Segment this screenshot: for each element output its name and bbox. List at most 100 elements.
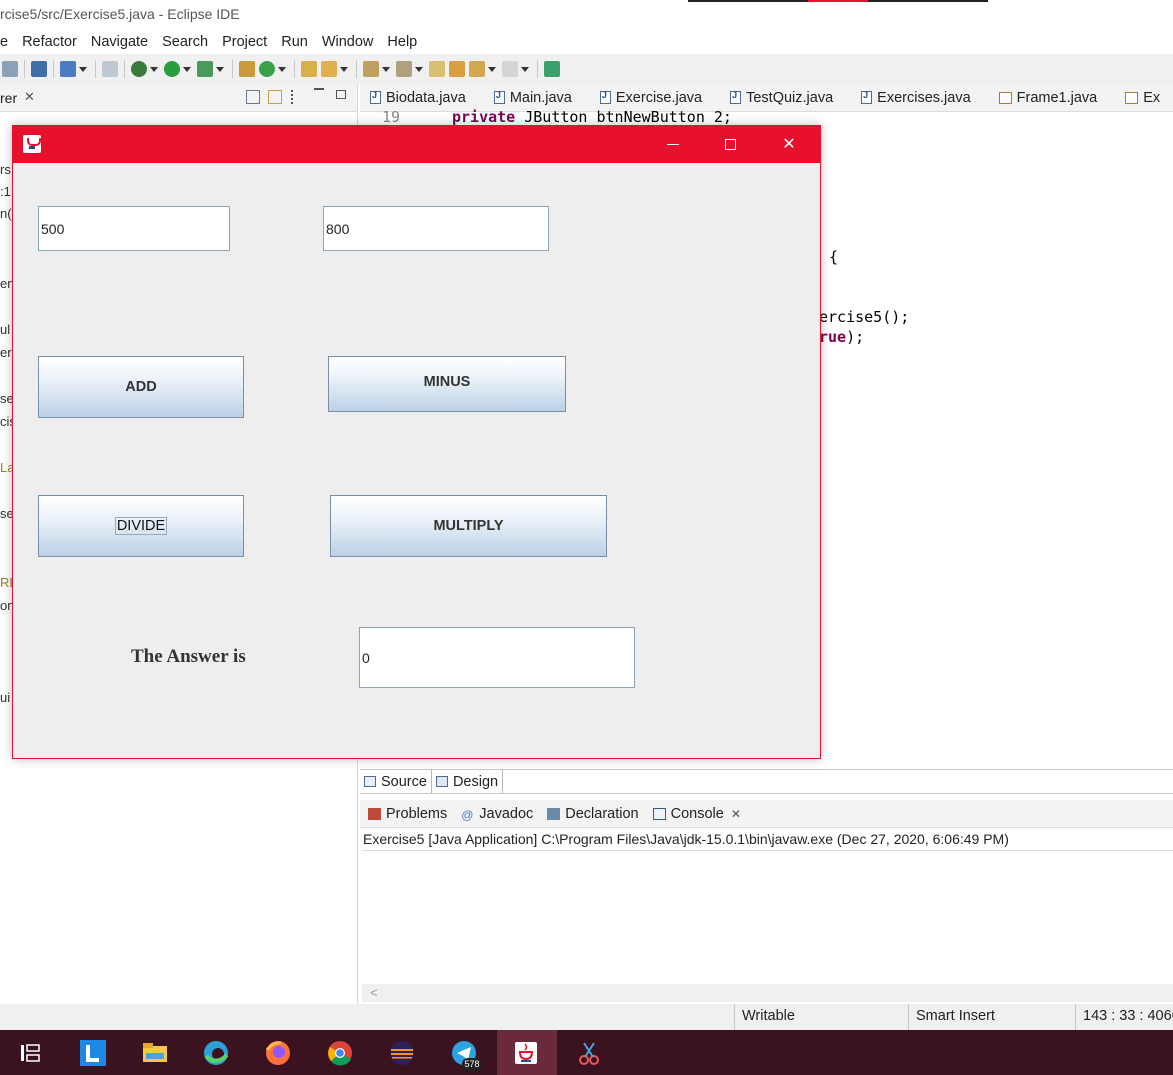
tab-declaration[interactable]: Declaration xyxy=(547,806,639,822)
second-number-field[interactable]: 800 xyxy=(323,206,549,251)
tab-biodata[interactable]: Biodata.java xyxy=(370,90,466,106)
edge-browser-icon[interactable] xyxy=(203,1040,229,1066)
tab-problems[interactable]: Problems xyxy=(368,806,447,822)
button-label: MINUS xyxy=(423,374,471,390)
file-explorer-icon[interactable] xyxy=(142,1040,168,1066)
explorer-fragment[interactable]: ul xyxy=(0,322,10,337)
code-text: JButton btnNewButton_2; xyxy=(515,108,732,126)
explorer-fragment[interactable]: er xyxy=(0,345,12,360)
forward-history-icon[interactable] xyxy=(449,61,465,77)
window-title-bar[interactable]: ✕ xyxy=(13,126,820,163)
answer-field[interactable]: 0 xyxy=(359,627,635,688)
console-output[interactable] xyxy=(362,852,1173,984)
toolbar-separator xyxy=(232,60,233,78)
status-insert-mode: Smart Insert xyxy=(908,1004,1074,1030)
menu-refactor[interactable]: Refactor xyxy=(22,34,77,50)
close-button[interactable]: ✕ xyxy=(760,126,818,163)
firefox-icon[interactable] xyxy=(265,1040,291,1066)
add-button[interactable]: ADD xyxy=(38,356,244,418)
chevron-down-icon[interactable] xyxy=(183,66,191,72)
new-package-icon[interactable] xyxy=(239,61,255,77)
chevron-down-icon[interactable] xyxy=(79,66,87,72)
chevron-down-icon[interactable] xyxy=(521,66,529,72)
tab-main[interactable]: Main.java xyxy=(493,90,572,106)
open-perspective-icon[interactable] xyxy=(544,61,560,77)
app-l-icon[interactable] xyxy=(80,1040,106,1066)
tab-javadoc[interactable]: @ Javadoc xyxy=(461,806,533,822)
problems-icon xyxy=(368,807,381,820)
terminal-icon[interactable] xyxy=(31,61,47,77)
tab-testquiz[interactable]: TestQuiz.java xyxy=(730,90,833,106)
chevron-down-icon[interactable] xyxy=(488,66,496,72)
tab-exercise[interactable]: Exercise.java xyxy=(599,90,702,106)
close-icon[interactable]: ✕ xyxy=(24,89,35,105)
format-icon[interactable] xyxy=(60,61,76,77)
console-tab-bar: Problems @ Javadoc Declaration Console ✕ xyxy=(360,800,1173,828)
tab-exercise5[interactable]: Ex xyxy=(1125,90,1160,106)
chevron-down-icon[interactable] xyxy=(216,66,224,72)
code-text: ); xyxy=(846,328,865,346)
debug-icon[interactable] xyxy=(131,61,147,77)
new-class-icon[interactable] xyxy=(259,61,275,77)
chrome-icon[interactable] xyxy=(327,1040,353,1066)
java-app-icon[interactable] xyxy=(513,1040,539,1066)
eclipse-title-bar: rcise5/src/Exercise5.java - Eclipse IDE xyxy=(0,0,1173,30)
chevron-down-icon[interactable] xyxy=(150,66,158,72)
forward-arrow-icon[interactable] xyxy=(502,61,518,77)
collapse-all-icon[interactable] xyxy=(246,90,260,104)
back-arrow-icon[interactable] xyxy=(469,61,485,77)
chevron-down-icon[interactable] xyxy=(278,66,286,72)
console-scrollbar[interactable]: < xyxy=(362,984,1173,1002)
maximize-button[interactable] xyxy=(702,126,760,163)
tab-exercises[interactable]: Exercises.java xyxy=(861,90,971,106)
code-text: ercise5(); xyxy=(819,308,910,326)
minimize-icon[interactable] xyxy=(314,88,324,90)
divide-button[interactable]: DIVIDE xyxy=(38,495,244,557)
menu-project[interactable]: Project xyxy=(222,34,267,50)
menu-run[interactable]: Run xyxy=(281,34,308,50)
taskbar: 578 xyxy=(0,1030,1173,1075)
minus-button[interactable]: MINUS xyxy=(328,356,566,412)
view-menu-icon[interactable] xyxy=(291,90,295,104)
chevron-down-icon[interactable] xyxy=(340,66,348,72)
coverage-icon[interactable] xyxy=(197,61,213,77)
tab-label: TestQuiz.java xyxy=(746,89,834,106)
first-number-field[interactable]: 500 xyxy=(38,206,230,251)
explorer-fragment[interactable]: rs xyxy=(0,162,11,177)
chevron-down-icon[interactable] xyxy=(415,66,423,72)
tab-frame1[interactable]: Frame1.java xyxy=(998,90,1097,106)
prev-annotation-icon[interactable] xyxy=(396,61,412,77)
tab-source[interactable]: Source xyxy=(360,770,432,793)
next-annotation-icon[interactable] xyxy=(363,61,379,77)
menu-search[interactable]: Search xyxy=(162,34,208,50)
menu-help[interactable]: Help xyxy=(387,34,417,50)
toolbar-separator xyxy=(537,60,538,78)
eclipse-icon[interactable] xyxy=(389,1040,415,1066)
menu-file[interactable]: e xyxy=(0,34,8,50)
search-tool-icon[interactable] xyxy=(321,61,337,77)
open-type-icon[interactable] xyxy=(301,61,317,77)
menu-navigate[interactable]: Navigate xyxy=(91,34,148,50)
multiply-button[interactable]: MULTIPLY xyxy=(330,495,607,557)
tab-console[interactable]: Console ✕ xyxy=(652,806,741,822)
minimize-button[interactable] xyxy=(644,126,702,163)
explorer-fragment[interactable]: :1 xyxy=(0,184,11,199)
field-value: 0 xyxy=(362,649,370,666)
maximize-icon[interactable] xyxy=(336,90,346,99)
explorer-fragment[interactable]: ui xyxy=(0,690,10,705)
link-editor-icon[interactable] xyxy=(268,90,282,104)
run-icon[interactable] xyxy=(164,61,180,77)
explorer-fragment[interactable]: n( xyxy=(0,206,12,221)
close-icon[interactable]: ✕ xyxy=(731,807,741,821)
tab-design[interactable]: Design xyxy=(432,770,504,793)
chevron-down-icon[interactable] xyxy=(382,66,390,72)
menu-window[interactable]: Window xyxy=(322,34,374,50)
task-view-icon[interactable] xyxy=(18,1040,44,1066)
save-all-icon[interactable] xyxy=(2,61,18,77)
chevron-left-icon[interactable]: < xyxy=(370,985,378,1000)
snipping-tool-icon[interactable] xyxy=(576,1040,602,1066)
last-edit-icon[interactable] xyxy=(429,61,445,77)
java-file-icon xyxy=(861,90,873,104)
tab-label: Source xyxy=(381,773,427,790)
skip-breakpoints-icon[interactable] xyxy=(102,61,118,77)
